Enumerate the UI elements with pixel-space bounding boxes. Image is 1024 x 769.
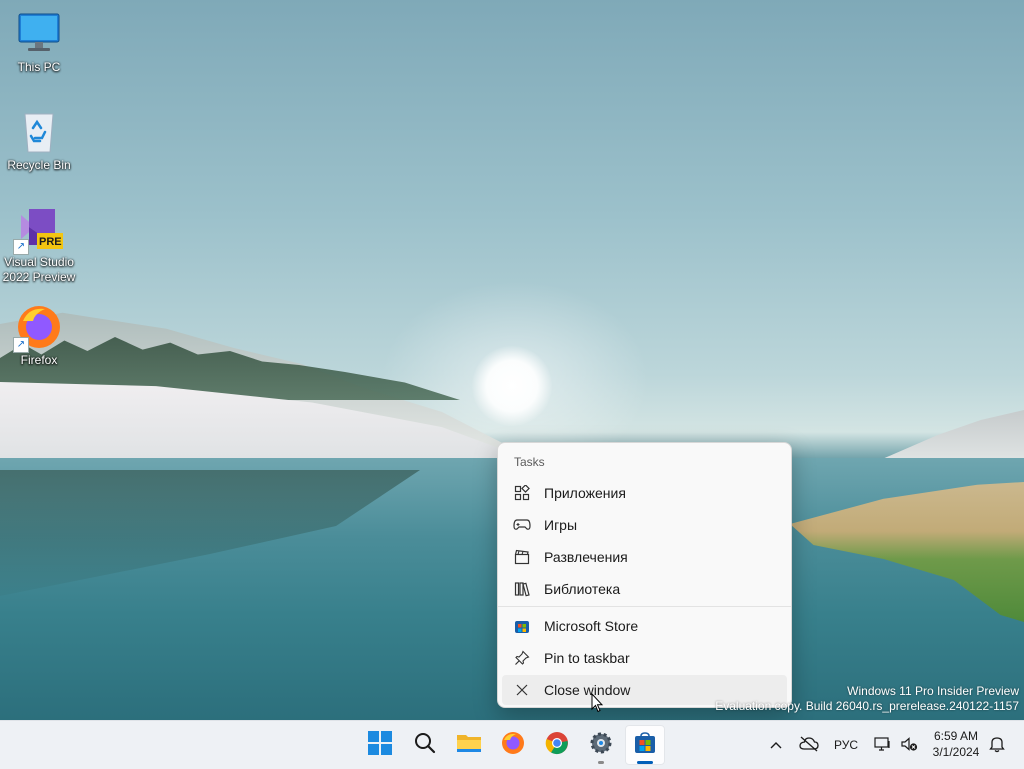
menu-item-label: Close window xyxy=(544,682,631,698)
input-language-button[interactable]: РУС xyxy=(830,731,862,759)
bell-icon xyxy=(989,735,1005,756)
wallpaper-sun xyxy=(472,346,552,426)
shortcut-arrow-icon: ↗ xyxy=(13,239,29,255)
firefox-icon: ↗ xyxy=(13,303,63,353)
library-icon xyxy=(513,580,531,598)
taskbar-firefox[interactable] xyxy=(493,725,533,765)
network-tray-button[interactable] xyxy=(872,731,894,759)
onedrive-tray-button[interactable] xyxy=(797,731,821,759)
menu-item-label: Приложения xyxy=(544,485,626,501)
clock-button[interactable]: 6:59 AM 3/1/2024 xyxy=(926,728,986,760)
active-indicator xyxy=(637,761,653,764)
start-icon xyxy=(368,730,392,760)
desktop-icon-this-pc[interactable]: This PC xyxy=(1,10,77,75)
monitor-icon xyxy=(15,10,63,58)
recycle-bin-icon xyxy=(15,108,63,156)
menu-item-label: Библиотека xyxy=(544,581,621,597)
taskbar-chrome[interactable] xyxy=(537,725,577,765)
watermark-build: Evaluation copy. Build 26040.rs_prerelea… xyxy=(715,699,1019,713)
desktop-icon-label: Recycle Bin xyxy=(7,158,71,172)
menu-item-label: Игры xyxy=(544,517,578,533)
clock-time: 6:59 AM xyxy=(933,729,979,743)
taskbar-jump-list: Tasks Приложения Игры Развлечения Библио… xyxy=(497,442,792,708)
menu-header-tasks: Tasks xyxy=(514,455,545,469)
desktop-icon-label: This PC xyxy=(17,60,61,74)
chevron-up-icon xyxy=(770,738,782,752)
desktop-icon-label: Firefox xyxy=(20,353,58,367)
taskbar-file-explorer[interactable] xyxy=(449,725,489,765)
desktop-icon-visual-studio[interactable]: PRE ↗ Visual Studio 2022 Preview xyxy=(1,205,77,285)
chrome-icon xyxy=(545,731,569,760)
pin-icon xyxy=(513,649,531,667)
desktop-icon-label-line2: 2022 Preview xyxy=(2,270,76,284)
firefox-icon xyxy=(501,731,525,760)
taskbar-microsoft-store[interactable] xyxy=(625,725,665,765)
shortcut-arrow-icon: ↗ xyxy=(13,337,29,353)
taskbar: РУС 6:59 AM 3/1/2024 xyxy=(0,720,1024,769)
taskbar-search-button[interactable] xyxy=(405,725,445,765)
cloud-offline-icon xyxy=(799,736,819,755)
menu-item-pin-to-taskbar[interactable]: Pin to taskbar xyxy=(502,643,787,673)
clock-date: 3/1/2024 xyxy=(932,745,980,759)
network-monitor-icon xyxy=(874,736,892,755)
mouse-cursor-icon xyxy=(591,692,604,713)
menu-item-label: Pin to taskbar xyxy=(544,650,630,666)
preview-badge: PRE xyxy=(39,236,62,248)
settings-icon xyxy=(589,731,613,760)
start-button[interactable] xyxy=(360,725,400,765)
volume-tray-button[interactable] xyxy=(898,731,920,759)
store-icon xyxy=(513,617,531,635)
volume-muted-icon xyxy=(900,736,918,755)
desktop-icon-recycle-bin[interactable]: Recycle Bin xyxy=(1,108,77,173)
gamepad-icon xyxy=(513,516,531,534)
menu-divider xyxy=(498,606,791,607)
search-icon xyxy=(414,732,436,759)
apps-icon xyxy=(513,484,531,502)
menu-item-microsoft-store[interactable]: Microsoft Store xyxy=(502,611,787,641)
clapperboard-icon xyxy=(513,548,531,566)
close-icon xyxy=(513,681,531,699)
desktop-icon-label: Visual Studio xyxy=(4,255,74,269)
menu-item-label: Развлечения xyxy=(544,549,628,565)
taskbar-settings[interactable] xyxy=(581,725,621,765)
menu-item-apps[interactable]: Приложения xyxy=(502,478,787,508)
wallpaper-right-hill xyxy=(880,410,1024,460)
watermark-edition: Windows 11 Pro Insider Preview xyxy=(847,684,1019,698)
file-explorer-icon xyxy=(456,732,482,759)
visual-studio-icon: PRE ↗ xyxy=(13,205,63,255)
desktop-icon-firefox[interactable]: ↗ Firefox xyxy=(1,303,77,368)
menu-item-entertainment[interactable]: Развлечения xyxy=(502,542,787,572)
running-indicator xyxy=(598,761,604,764)
store-icon xyxy=(634,731,656,759)
show-hidden-icons-button[interactable] xyxy=(766,731,786,759)
menu-item-games[interactable]: Игры xyxy=(502,510,787,540)
windows-watermark: Windows 11 Pro Insider Preview Evaluatio… xyxy=(715,684,1019,714)
menu-item-label: Microsoft Store xyxy=(544,618,639,634)
notifications-button[interactable] xyxy=(986,731,1008,759)
menu-item-library[interactable]: Библиотека xyxy=(502,574,787,604)
